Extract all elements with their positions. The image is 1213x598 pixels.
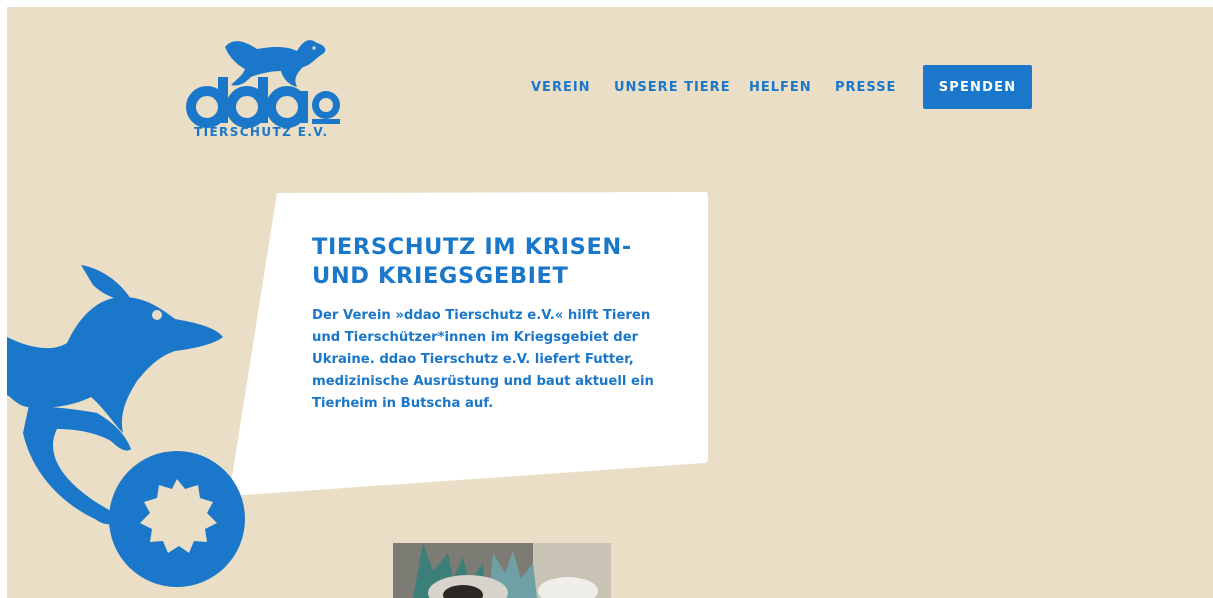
- nav-item-presse[interactable]: PRESSE: [835, 80, 896, 95]
- hero-title: TIERSCHUTZ IM KRISEN- UND KRIEGSGEBIET: [312, 233, 692, 291]
- nav-item-helfen[interactable]: HELFEN: [749, 80, 812, 95]
- hero-text-line: medizinische Ausrüstung und baut aktuell…: [312, 374, 654, 389]
- donate-button[interactable]: SPENDEN: [923, 65, 1032, 109]
- hero-title-line-2: UND KRIEGSGEBIET: [312, 263, 569, 289]
- hero-text-line: Der Verein »ddao Tierschutz e.V.« hilft …: [312, 308, 651, 323]
- animal-photo: [393, 543, 611, 598]
- photo-content: [393, 543, 611, 598]
- page: TIERSCHUTZ E.V. VEREIN UNSERE TIERE HELF…: [7, 7, 1213, 598]
- hero-description: Der Verein »ddao Tierschutz e.V.« hilft …: [312, 305, 672, 415]
- nav-item-unsere-tiere[interactable]: UNSERE TIERE: [614, 80, 731, 95]
- dog-with-wheel-icon: [7, 265, 245, 587]
- hero-text-line: und Tierschützer*innen im Kriegsgebiet d…: [312, 330, 639, 345]
- hero-text-line: Tierheim in Butscha auf.: [312, 396, 494, 411]
- hero-title-line-1: TIERSCHUTZ IM KRISEN-: [312, 234, 632, 260]
- site-logo[interactable]: TIERSCHUTZ E.V.: [185, 27, 345, 152]
- hero-text-line: Ukraine. ddao Tierschutz e.V. liefert Fu…: [312, 352, 634, 367]
- logo-subtitle: TIERSCHUTZ E.V.: [194, 125, 329, 139]
- nav-item-verein[interactable]: VEREIN: [531, 80, 591, 95]
